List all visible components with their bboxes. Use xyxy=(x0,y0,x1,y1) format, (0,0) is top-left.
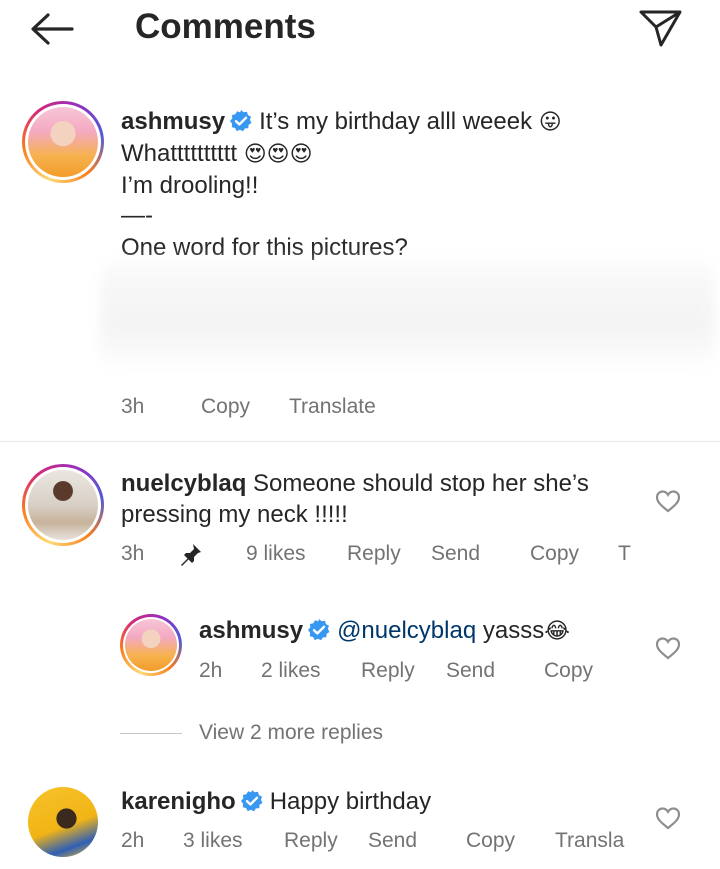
comment-line-1: Someone should stop her she’s xyxy=(253,470,589,497)
reply-time: 2h xyxy=(199,659,223,682)
translate-button[interactable]: Translate xyxy=(289,395,376,419)
back-arrow-icon[interactable] xyxy=(28,12,76,46)
send-button[interactable]: Send xyxy=(368,829,417,853)
reply-body: yasss xyxy=(482,617,545,644)
caption-text: ashmusy It’s my birthday alll weeek 😛 Wha… xyxy=(121,106,711,263)
reply-button[interactable]: Reply xyxy=(347,542,401,566)
avatar[interactable] xyxy=(22,464,104,546)
reply-text: ashmusy @nuelcyblaq yasss😂 xyxy=(199,615,570,647)
comment-username[interactable]: nuelcyblaq xyxy=(121,470,246,497)
pin-icon xyxy=(181,544,201,566)
reply-button[interactable]: Reply xyxy=(284,829,338,853)
blurred-region xyxy=(100,250,715,375)
like-heart-icon[interactable] xyxy=(655,806,681,830)
verified-badge-icon xyxy=(230,110,252,132)
caption-time: 3h xyxy=(121,395,145,418)
laughing-emoji: 😂 xyxy=(544,619,570,644)
caption-line-1: It’s my birthday alll weeek xyxy=(259,108,533,135)
avatar[interactable] xyxy=(22,101,104,183)
caption-line-3: I’m drooling!! xyxy=(121,172,259,199)
likes-count[interactable]: 2 likes xyxy=(261,659,321,683)
comment-body: Happy birthday xyxy=(269,788,432,815)
verified-badge-icon xyxy=(240,790,263,812)
avatar[interactable] xyxy=(120,614,182,676)
page-title: Comments xyxy=(135,7,316,46)
likes-count[interactable]: 3 likes xyxy=(183,829,243,853)
like-heart-icon[interactable] xyxy=(655,489,681,513)
send-button[interactable]: Send xyxy=(431,542,480,566)
comment-time: 3h xyxy=(121,542,145,565)
like-heart-icon[interactable] xyxy=(655,636,681,660)
caption-username[interactable]: ashmusy xyxy=(121,108,225,135)
likes-count[interactable]: 9 likes xyxy=(246,542,306,566)
reply-username[interactable]: ashmusy xyxy=(199,617,303,644)
comment-text: nuelcyblaq Someone should stop her she’s… xyxy=(121,468,641,530)
copy-button[interactable]: Copy xyxy=(544,659,593,683)
replies-divider xyxy=(120,733,182,734)
mention-link[interactable]: @nuelcyblaq xyxy=(337,617,476,644)
copy-button[interactable]: Copy xyxy=(466,829,515,853)
paper-plane-icon[interactable] xyxy=(636,8,684,48)
view-more-replies-button[interactable]: View 2 more replies xyxy=(199,721,383,745)
caption-line-2: Whatttttttttt xyxy=(121,140,238,167)
comment-line-2: pressing my neck !!!!! xyxy=(121,501,348,528)
heart-eyes-emoji: 😍😍😍 xyxy=(243,142,313,167)
send-button[interactable]: Send xyxy=(446,659,495,683)
reply-button[interactable]: Reply xyxy=(361,659,415,683)
tongue-emoji: 😛 xyxy=(538,110,562,135)
comment-username[interactable]: karenigho xyxy=(121,788,236,815)
header-bar: Comments xyxy=(0,0,720,60)
avatar[interactable] xyxy=(28,787,98,857)
copy-button[interactable]: Copy xyxy=(530,542,579,566)
verified-badge-icon xyxy=(308,619,330,641)
comment-time: 2h xyxy=(121,829,145,852)
comment-text: karenigho Happy birthday xyxy=(121,786,431,817)
divider xyxy=(0,441,720,442)
translate-button[interactable]: T xyxy=(618,542,631,566)
caption-line-4: —- xyxy=(121,202,153,229)
copy-button[interactable]: Copy xyxy=(201,395,250,419)
translate-button[interactable]: Transla xyxy=(555,829,624,853)
